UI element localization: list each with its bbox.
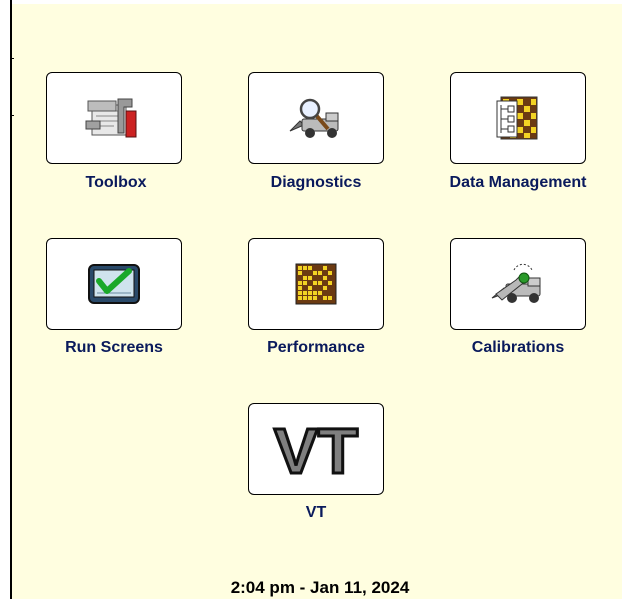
toolbox-label[interactable]: Toolbox [21, 174, 211, 192]
toolbox-icon [85, 98, 137, 138]
data-management-label[interactable]: Data Management [423, 174, 613, 192]
datetime-status: 2:04 pm - Jan 11, 2024 [230, 578, 410, 597]
run-screens-icon [88, 264, 140, 304]
run-screens-button[interactable] [46, 238, 182, 330]
calibrations-button[interactable] [450, 238, 586, 330]
run-screens-label[interactable]: Run Screens [19, 339, 209, 357]
performance-icon [295, 263, 337, 305]
diagnostics-label[interactable]: Diagnostics [221, 174, 411, 192]
edge-tick [10, 115, 14, 116]
vt-label[interactable]: VT [221, 504, 411, 522]
toolbox-button[interactable] [46, 72, 182, 164]
performance-label[interactable]: Performance [221, 339, 411, 357]
diagnostics-button[interactable] [248, 72, 384, 164]
calibrations-icon [491, 263, 541, 303]
data-management-button[interactable] [450, 72, 586, 164]
edge-tick [10, 58, 14, 59]
left-edge-divider [10, 0, 12, 599]
vt-button[interactable]: VT [248, 403, 384, 495]
data-management-icon [496, 96, 538, 140]
diagnostics-icon [289, 98, 339, 138]
calibrations-label[interactable]: Calibrations [423, 339, 613, 357]
performance-button[interactable] [248, 238, 384, 330]
svg-text:VT: VT [274, 417, 358, 481]
vt-icon: VT [273, 417, 360, 481]
